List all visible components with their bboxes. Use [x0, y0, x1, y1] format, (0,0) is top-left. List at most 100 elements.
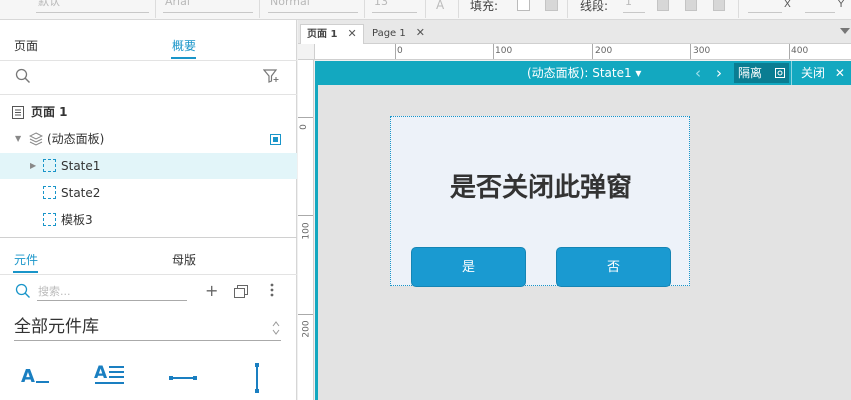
ruler-label: 100 [301, 222, 312, 240]
tab-widgets-indicator [13, 271, 38, 273]
tab-masters[interactable]: 母版 [172, 251, 196, 268]
ruler-tick [298, 314, 313, 315]
toolbar-divider [425, 0, 426, 18]
popup-title: 是否关闭此弹窗 [449, 173, 632, 203]
x-input[interactable] [748, 0, 782, 13]
tree-item-state2[interactable]: State2 [0, 180, 297, 206]
toolbar-divider [738, 0, 739, 18]
left-panel: 页面 概要 页面 1 ▼ (动态面板) ▶ State1 State2 模板3 … [0, 20, 297, 400]
panel-divider [0, 237, 297, 238]
ruler-corner [298, 44, 315, 60]
ruler-tick [298, 117, 313, 118]
tab-label: Page 1 [372, 28, 406, 39]
tab-outline[interactable]: 概要 [172, 37, 196, 54]
ruler-label: 300 [693, 46, 711, 56]
panel-state-title[interactable]: (动态面板): State1 ▾ [527, 61, 641, 85]
y-label: Y [838, 0, 845, 10]
ruler-tick [789, 44, 790, 59]
tab-pages[interactable]: 页面 [14, 37, 38, 54]
divider [0, 60, 297, 61]
layers-icon [28, 132, 44, 149]
tab-page-1-alt[interactable]: Page 1 ✕ [366, 24, 431, 44]
toolbar-divider [364, 0, 365, 18]
close-icon[interactable]: ✕ [347, 27, 356, 40]
line-style-swatch[interactable] [685, 0, 697, 11]
font-family-select[interactable]: Arial [163, 0, 253, 13]
tab-overflow-chevron-down-icon[interactable] [840, 28, 850, 34]
tree-item-page[interactable]: 页面 1 [0, 99, 297, 125]
y-input[interactable] [805, 0, 835, 13]
library-menu-icon[interactable] [234, 285, 248, 301]
isolate-label: 隔离 [738, 66, 763, 80]
select-arrows-icon[interactable] [272, 321, 280, 338]
ruler-tick [690, 44, 691, 59]
search-icon[interactable] [15, 68, 31, 87]
divider [0, 274, 297, 275]
ruler-tick [298, 215, 313, 216]
tree-item-label: State2 [61, 186, 101, 200]
prev-state-chevron-left-icon[interactable]: ‹ [691, 63, 705, 83]
line-arrow-swatch[interactable] [713, 0, 725, 11]
text-label-widget-icon[interactable]: A [21, 365, 51, 390]
fill-label: 填充: [470, 0, 499, 13]
isolate-button[interactable]: 隔离 [734, 63, 789, 83]
page-tab-bar: 页面 1 ✕ Page 1 ✕ [298, 20, 851, 44]
tree-item-state1[interactable]: ▶ State1 [0, 153, 297, 179]
yes-button[interactable]: 是 [411, 247, 526, 287]
divider [0, 94, 297, 95]
font-weight-select[interactable]: Normal [268, 0, 358, 13]
line-color-swatch[interactable] [657, 0, 669, 11]
search-icon[interactable] [15, 283, 31, 302]
tab-label: 页面 1 [307, 29, 338, 40]
toolbar-divider [155, 0, 156, 18]
toolbar-divider [259, 0, 260, 18]
vertical-line-widget-icon[interactable] [252, 362, 262, 397]
font-color-icon[interactable]: A [436, 0, 444, 11]
no-button[interactable]: 否 [556, 247, 671, 287]
close-icon: ✕ [834, 66, 845, 80]
x-label: X [784, 0, 791, 10]
popup-dialog[interactable]: 是否关闭此弹窗 是 否 [390, 116, 690, 287]
expand-caret-icon[interactable]: ▶ [30, 153, 36, 179]
isolate-icon [775, 68, 785, 78]
tab-outline-indicator [171, 57, 196, 59]
more-options-icon[interactable] [270, 283, 274, 297]
page-icon [12, 106, 24, 122]
ruler-tick [592, 44, 593, 59]
tree-item-label: (动态面板) [47, 132, 105, 146]
collapse-caret-icon[interactable]: ▼ [15, 126, 21, 152]
ruler-label: 400 [791, 46, 809, 56]
tree-item-label: 页面 1 [31, 105, 68, 119]
font-style-select[interactable]: 默认 [36, 0, 149, 13]
tree-item-dynamic-panel[interactable]: ▼ (动态面板) [0, 126, 297, 152]
next-state-chevron-right-icon[interactable]: › [712, 63, 726, 83]
tab-widgets[interactable]: 元件 [14, 251, 38, 268]
tab-page-1[interactable]: 页面 1 ✕ [300, 24, 364, 44]
line-width-input[interactable]: 1 [623, 0, 645, 13]
ruler-label: 0 [298, 124, 309, 130]
fill-shadow-swatch[interactable] [545, 0, 558, 11]
filter-icon[interactable] [262, 69, 279, 86]
ruler-label: 200 [301, 320, 312, 338]
close-panel-label: 关闭 [801, 66, 826, 80]
tree-item-state3[interactable]: 模板3 [0, 207, 297, 233]
horizontal-ruler: 0 100 200 300 400 [315, 44, 851, 60]
toolbar-divider [458, 0, 459, 18]
ruler-label: 100 [495, 46, 513, 56]
tree-item-label: State1 [61, 159, 101, 173]
state-icon [43, 159, 56, 172]
add-library-icon[interactable]: + [205, 283, 218, 299]
widget-search-input[interactable] [37, 283, 187, 301]
fill-color-swatch[interactable] [517, 0, 530, 11]
svg-text:A: A [21, 366, 35, 387]
library-select[interactable]: 全部元件库 [14, 315, 281, 341]
close-icon[interactable]: ✕ [416, 26, 425, 39]
panel-state-icon[interactable] [270, 134, 281, 145]
vertical-ruler: 0 100 200 [298, 60, 314, 400]
format-toolbar: 默认 Arial Normal 13 A 填充: 线段: 1 X Y [0, 0, 851, 20]
state-icon [43, 213, 56, 226]
font-size-select[interactable]: 13 [372, 0, 417, 13]
paragraph-widget-icon[interactable]: A [94, 362, 126, 391]
horizontal-line-widget-icon[interactable] [168, 372, 198, 386]
close-panel-button[interactable]: 关闭 ✕ [797, 63, 849, 83]
